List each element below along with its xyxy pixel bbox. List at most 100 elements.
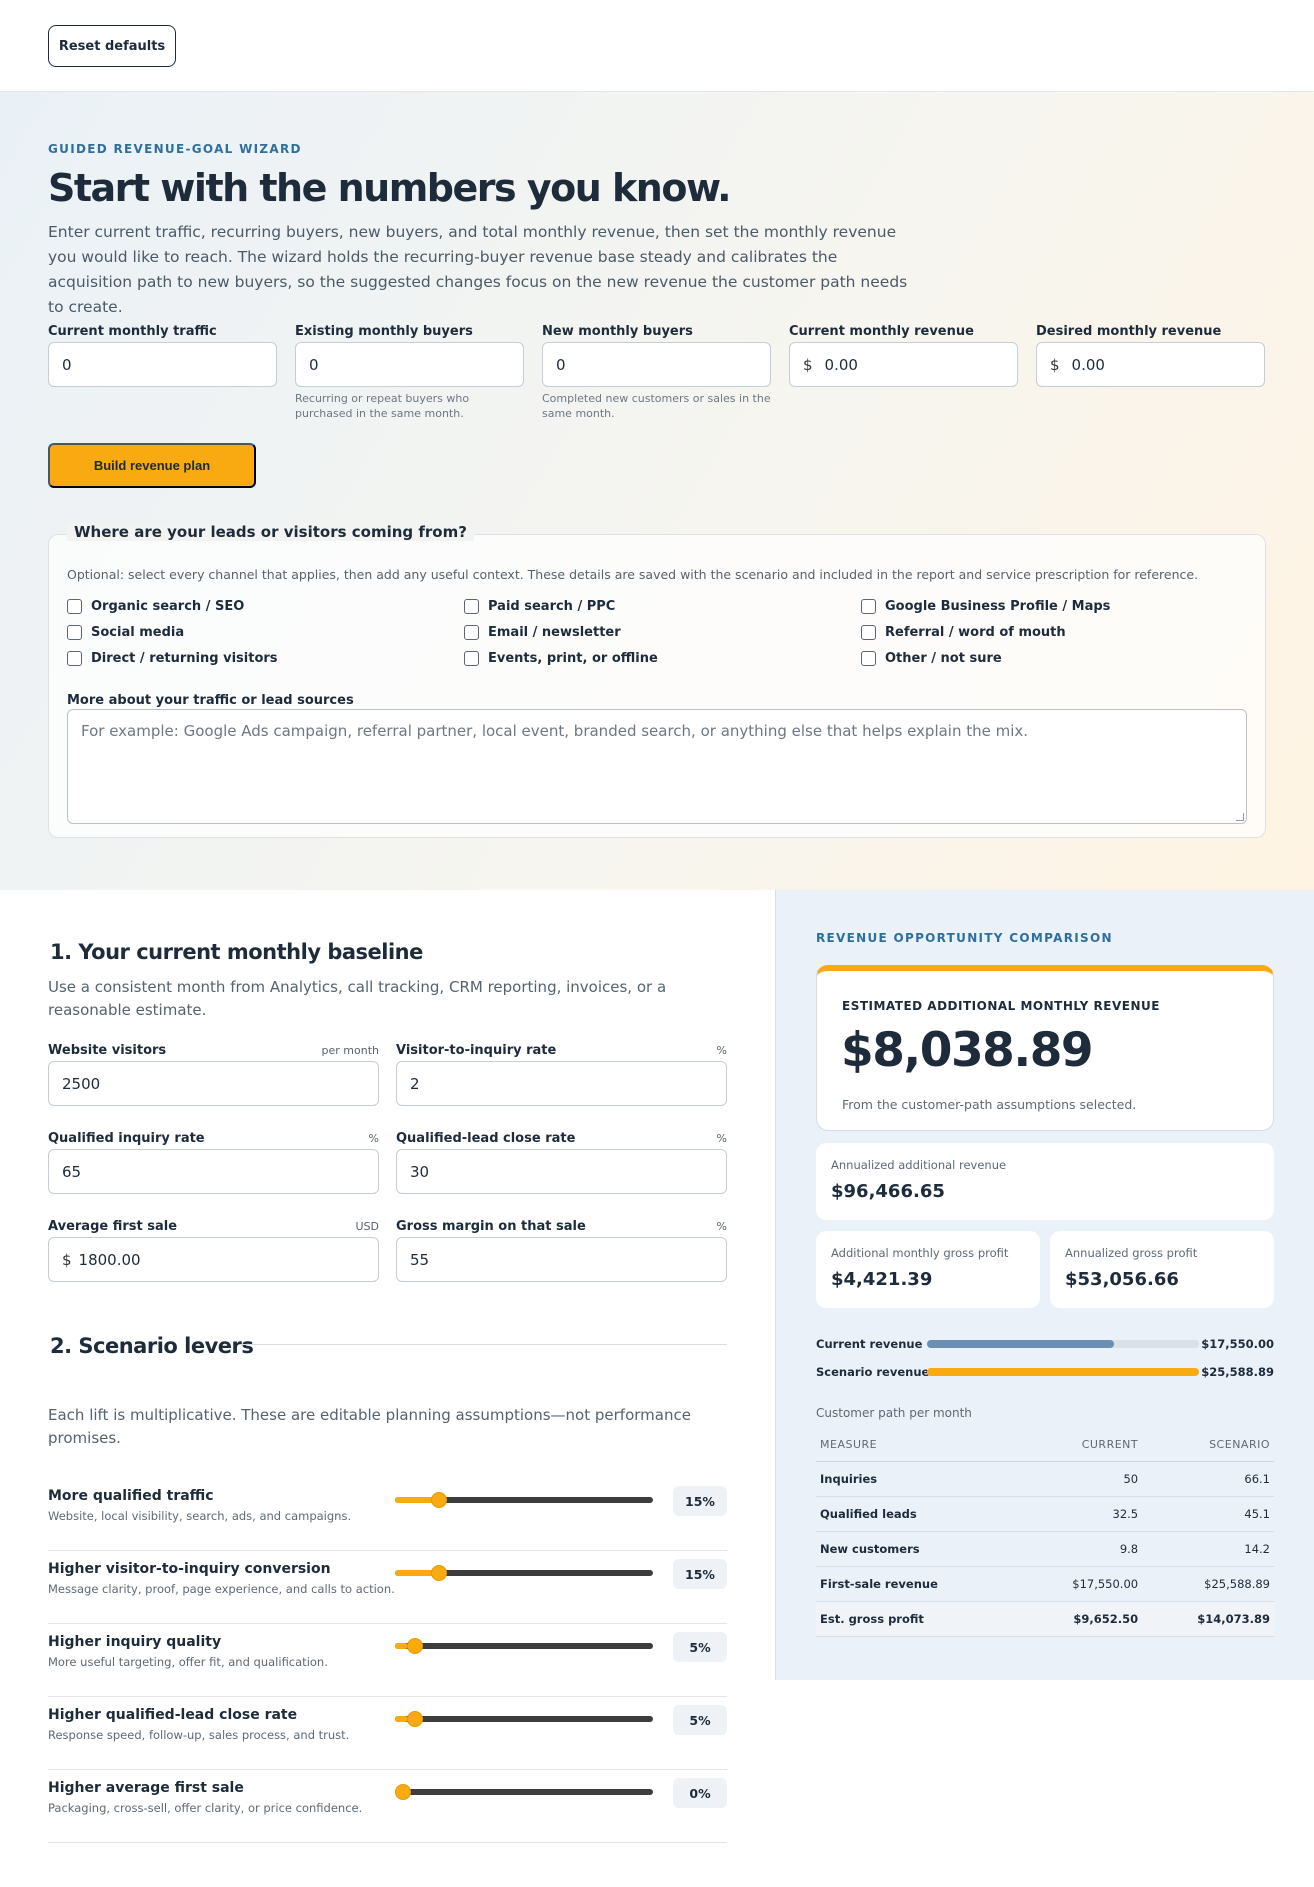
levers-title: 2. Scenario levers [50,1334,254,1358]
slider-handle[interactable] [407,1638,424,1654]
existing-buyers-input[interactable]: 0 [295,342,524,387]
channel-option[interactable]: Social media [67,624,464,641]
channel-label: Organic search / SEO [91,599,245,614]
average-first-sale-field: Average first sale USD $1800.00 [48,1219,379,1282]
input-value: 0 [309,355,319,374]
table-header-row: MEASURE CURRENT SCENARIO [816,1428,1274,1462]
metric-label: Additional monthly gross profit [831,1246,1009,1260]
current-revenue-input[interactable]: $0.00 [789,342,1018,387]
slider-handle[interactable] [431,1565,448,1581]
dollar-prefix: $ [62,1250,72,1269]
lever-slider[interactable] [395,1565,653,1581]
bar-value: $25,588.89 [1201,1365,1274,1379]
average-first-sale-input[interactable]: $1800.00 [48,1237,379,1282]
lever-slider[interactable] [395,1492,653,1508]
slider-fill [395,1716,408,1722]
lever-title: Higher average first sale [48,1780,244,1796]
new-buyers-input[interactable]: 0 [542,342,771,387]
field-label: Average first sale [48,1219,178,1234]
field-label: Website visitors [48,1043,167,1058]
reset-defaults-button[interactable]: Reset defaults [48,25,176,67]
annualized-revenue-card: Annualized additional revenue $96,466.65 [816,1143,1274,1220]
table-row-total: Est. gross profit $9,652.50 $14,073.89 [816,1601,1274,1637]
qualified-inquiry-rate-input[interactable]: 65 [48,1149,379,1194]
lever-percent-badge: 5% [673,1632,727,1662]
metric-value: $96,466.65 [831,1181,945,1202]
lever-title: Higher qualified-lead close rate [48,1707,298,1723]
resize-handle-icon[interactable] [1236,813,1244,821]
checkbox[interactable] [464,599,479,614]
lead-sources-fieldset: Where are your leads or visitors coming … [48,523,1266,838]
table-cell: Inquiries [816,1461,1022,1497]
channel-option[interactable]: Paid search / PPC [464,598,861,615]
column-header: SCENARIO [1142,1428,1274,1462]
gross-margin-input[interactable]: 55 [396,1237,727,1282]
close-rate-input[interactable]: 30 [396,1149,727,1194]
checkbox[interactable] [861,651,876,666]
table-cell: 66.1 [1142,1461,1274,1497]
current-traffic-input[interactable]: 0 [48,342,277,387]
input-value: 55 [410,1250,430,1269]
comparison-eyebrow: REVENUE OPPORTUNITY COMPARISON [816,931,1113,945]
field-label: Gross margin on that sale [396,1219,586,1234]
lever-slider[interactable] [395,1784,653,1800]
desired-revenue-input[interactable]: $0.00 [1036,342,1265,387]
table-cell: $25,588.89 [1142,1566,1274,1602]
table-row: First-sale revenue $17,550.00 $25,588.89 [816,1566,1274,1602]
checkbox[interactable] [464,625,479,640]
current-traffic-field: Current monthly traffic 0 [48,324,277,387]
input-value: 0 [62,355,72,374]
lever-row: Higher visitor-to-inquiry conversion Mes… [48,1551,727,1624]
channel-option[interactable]: Email / newsletter [464,624,861,641]
qualified-inquiry-rate-field: Qualified inquiry rate% 65 [48,1131,379,1194]
lever-slider[interactable] [395,1711,653,1727]
channel-option[interactable]: Direct / returning visitors [67,650,464,667]
customer-path-table: MEASURE CURRENT SCENARIO Inquiries 50 66.1… [816,1428,1274,1637]
field-label: New monthly buyers [542,324,693,339]
channel-option[interactable]: Other / not sure [861,650,1247,667]
lead-sources-intro: Optional: select every channel that appl… [67,567,1199,582]
lever-percent-badge: 0% [673,1778,727,1808]
divider [240,1344,727,1345]
checkbox[interactable] [67,599,82,614]
slider-handle[interactable] [407,1711,424,1727]
table-cell: 14.2 [1142,1531,1274,1567]
column-header: CURRENT [1021,1428,1143,1462]
channel-checkboxes: Organic search / SEO Paid search / PPC G… [67,598,1247,667]
lever-slider[interactable] [395,1638,653,1654]
visitor-inquiry-rate-input[interactable]: 2 [396,1061,727,1106]
slider-handle[interactable] [431,1492,448,1508]
estimate-value: $8,038.89 [841,1023,1094,1078]
checkbox[interactable] [861,625,876,640]
lever-subtitle: Response speed, follow-up, sales process… [48,1728,350,1742]
input-value: 65 [62,1162,82,1181]
channel-option[interactable]: Events, print, or offline [464,650,861,667]
checkbox[interactable] [861,599,876,614]
unit-label: % [716,1220,727,1233]
hero-wizard: GUIDED REVENUE-GOAL WIZARD Start with th… [0,92,1314,890]
channel-option[interactable]: Referral / word of mouth [861,624,1247,641]
textarea-placeholder: For example: Google Ads campaign, referr… [81,722,1029,740]
dollar-prefix: $ [1050,355,1060,374]
website-visitors-input[interactable]: 2500 [48,1061,379,1106]
lead-sources-notes-textarea[interactable]: For example: Google Ads campaign, referr… [67,709,1247,824]
input-value: 0 [556,355,566,374]
baseline-description: Use a consistent month from Analytics, c… [48,978,667,1019]
checkbox[interactable] [464,651,479,666]
channel-option[interactable]: Google Business Profile / Maps [861,598,1247,615]
channel-label: Social media [91,625,185,640]
checkbox[interactable] [67,651,82,666]
checkbox[interactable] [67,625,82,640]
field-hint: Completed new customers or sales in the … [542,392,771,420]
estimate-label: ESTIMATED ADDITIONAL MONTHLY REVENUE [842,999,1160,1013]
field-label: Qualified-lead close rate [396,1131,576,1146]
bar-label: Current revenue [816,1337,923,1351]
table-cell: First-sale revenue [816,1566,1022,1602]
field-label: Existing monthly buyers [295,324,473,339]
channel-option[interactable]: Organic search / SEO [67,598,464,615]
unit-label: % [368,1132,379,1145]
build-revenue-plan-button[interactable]: Build revenue plan [48,443,256,488]
slider-handle[interactable] [395,1784,411,1800]
field-label: Visitor-to-inquiry rate [396,1043,557,1058]
lever-percent-badge: 15% [673,1559,727,1589]
